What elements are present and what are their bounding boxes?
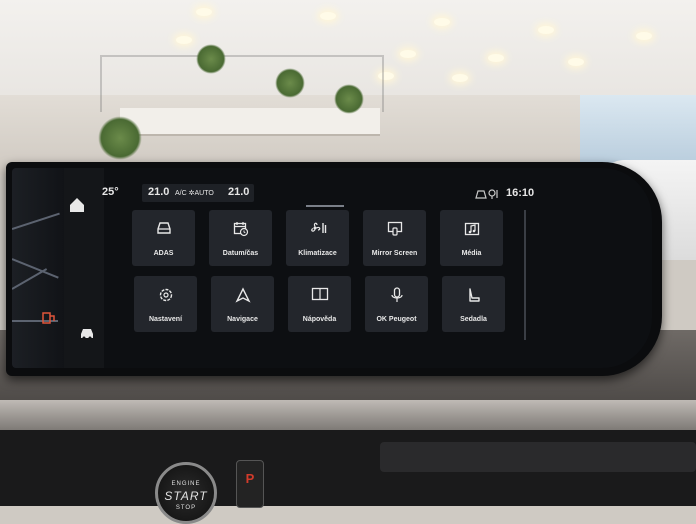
app-tile-help[interactable]: Nápověda xyxy=(288,276,351,332)
engine-start-button[interactable]: ENGINE START STOP xyxy=(155,462,217,524)
mirror-screen-icon xyxy=(387,221,402,236)
navigation-arrow-icon xyxy=(234,287,251,303)
app-label: Navigace xyxy=(227,316,258,323)
app-tile-settings[interactable]: Nastavení xyxy=(134,276,197,332)
connectivity-icon xyxy=(475,189,498,199)
seat-icon xyxy=(468,288,480,302)
page-indicator xyxy=(306,205,344,207)
app-label: Nápověda xyxy=(302,316,337,323)
ceiling-light xyxy=(196,8,212,16)
passenger-temperature[interactable]: 21.0 xyxy=(228,186,249,198)
fuel-icon xyxy=(42,312,55,324)
car-icon xyxy=(156,222,171,234)
app-tile-voice-assistant[interactable]: OK Peugeot xyxy=(365,276,428,332)
infotainment-screen: 25° 21.0 A/C ✲AUTO 21.0 16:10 ADAS Datum… xyxy=(12,168,652,368)
plant xyxy=(275,68,305,98)
ceiling-light xyxy=(568,58,584,66)
calendar-clock-icon xyxy=(233,222,248,237)
app-label: ADAS xyxy=(153,250,174,257)
app-tile-adas[interactable]: ADAS xyxy=(132,210,195,266)
start-label: START xyxy=(164,489,208,503)
side-rail xyxy=(64,168,104,368)
app-label: Média xyxy=(461,250,482,257)
music-note-icon xyxy=(464,222,479,236)
plant xyxy=(98,116,142,160)
app-label: OK Peugeot xyxy=(376,316,417,323)
map-road xyxy=(12,268,48,290)
ceiling-light xyxy=(400,50,416,58)
outside-temperature: 25° xyxy=(102,186,119,198)
gear-icon xyxy=(159,288,172,302)
ceiling-light xyxy=(538,26,554,34)
app-label: Sedadla xyxy=(460,316,487,323)
ceiling-light xyxy=(636,32,652,40)
app-label: Datum/čas xyxy=(222,250,259,257)
app-tile-date-time[interactable]: Datum/čas xyxy=(209,210,272,266)
console-vent xyxy=(380,442,696,472)
park-button[interactable]: P xyxy=(236,460,264,508)
microphone-icon xyxy=(390,287,403,302)
showroom-window xyxy=(580,95,696,165)
app-label: Nastavení xyxy=(148,316,183,323)
app-tile-mirror-screen[interactable]: Mirror Screen xyxy=(363,210,426,266)
ceiling-light xyxy=(434,18,450,26)
app-tile-seats[interactable]: Sedadla xyxy=(442,276,505,332)
map-road xyxy=(12,212,60,230)
scrollbar[interactable] xyxy=(524,210,526,340)
ceiling-light xyxy=(488,54,504,62)
app-label: Klimatizace xyxy=(298,250,337,257)
car-icon[interactable] xyxy=(78,324,96,342)
instrument-map-strip xyxy=(12,168,64,368)
plant xyxy=(334,84,364,114)
app-tile-navigation[interactable]: Navigace xyxy=(211,276,274,332)
app-label: Mirror Screen xyxy=(371,250,418,257)
fan-icon xyxy=(310,222,326,233)
climate-mode[interactable]: A/C ✲AUTO xyxy=(175,189,214,197)
climate-bar[interactable]: 21.0 A/C ✲AUTO 21.0 xyxy=(142,184,254,202)
book-icon xyxy=(311,287,328,301)
ceiling-light xyxy=(176,36,192,44)
driver-temperature[interactable]: 21.0 xyxy=(148,186,169,198)
ceiling-light xyxy=(320,12,336,20)
app-tile-media[interactable]: Média xyxy=(440,210,503,266)
ceiling-light xyxy=(452,74,468,82)
dashboard-trim xyxy=(0,400,696,430)
app-tile-climate[interactable]: Klimatizace xyxy=(286,210,349,266)
status-bar: 25° 21.0 A/C ✲AUTO 21.0 16:10 xyxy=(102,184,652,202)
clock: 16:10 xyxy=(506,187,535,199)
home-icon[interactable] xyxy=(68,196,86,214)
stop-label: STOP xyxy=(175,505,197,511)
plant xyxy=(196,44,226,74)
